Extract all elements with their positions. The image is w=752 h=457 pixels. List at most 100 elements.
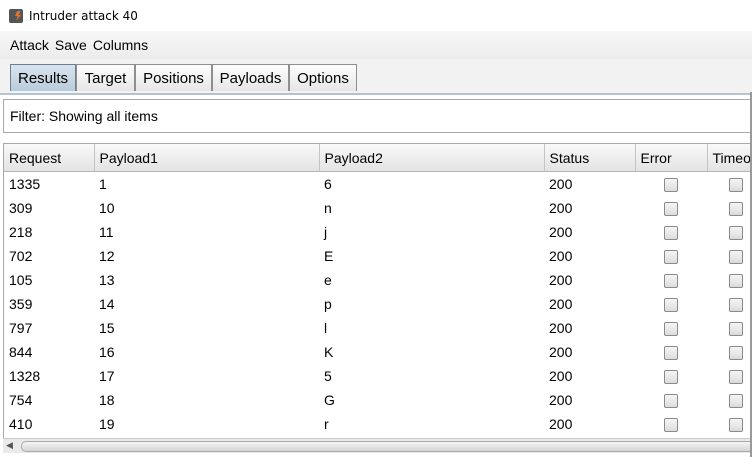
error-checkbox [664,370,678,385]
cell-status: 200 [549,200,573,216]
cell-payload1: 13 [99,272,115,288]
cell-status: 200 [549,344,573,360]
table-row[interactable]: 359 14 p 200 [4,292,752,316]
burp-app-icon [9,8,23,23]
cell-request: 218 [9,224,33,240]
table-row[interactable]: 702 12 E 200 [4,244,752,268]
cell-request: 1328 [9,368,41,384]
cell-status: 200 [549,248,573,264]
error-checkbox [664,298,678,313]
menu-save[interactable]: Save [55,37,87,53]
cell-payload1: 12 [99,248,115,264]
cell-payload2: 5 [324,368,332,384]
table-row[interactable]: 218 11 j 200 [4,220,752,244]
cell-request: 309 [9,200,33,216]
error-checkbox [664,322,678,337]
tab-positions[interactable]: Positions [135,64,212,91]
cell-payload2: p [324,296,332,312]
horizontal-scrollbar[interactable]: ◀ [3,438,752,453]
timeout-checkbox [728,418,743,433]
tab-strip: Results Target Positions Payloads Option… [0,59,752,95]
filter-bar[interactable]: Filter: Showing all items [3,99,752,133]
cell-payload1: 19 [99,416,115,432]
table-row[interactable]: 309 10 n 200 [4,196,752,220]
timeout-checkbox [728,394,743,409]
table-row[interactable]: 105 13 e 200 [4,268,752,292]
tab-target[interactable]: Target [76,64,135,91]
cell-payload1: 17 [99,368,115,384]
table-row[interactable]: 797 15 l 200 [4,316,752,340]
column-header-timeout[interactable]: Timeo [707,144,752,172]
error-checkbox [664,178,678,193]
column-header-payload2[interactable]: Payload2 [319,144,545,172]
cell-payload2: r [324,416,329,432]
menu-attack[interactable]: Attack [10,37,49,53]
cell-payload2: K [324,344,334,360]
cell-request: 410 [9,416,33,432]
results-table: Request Payload1 Payload2 Status Error T… [3,143,752,438]
cell-payload1: 15 [99,320,115,336]
table-header-row: Request Payload1 Payload2 Status Error T… [4,144,752,172]
timeout-checkbox [728,346,743,361]
cell-request: 359 [9,296,33,312]
timeout-checkbox [728,370,743,385]
table-row[interactable]: 410 19 r 200 [4,412,752,436]
column-header-status[interactable]: Status [544,144,636,172]
cell-status: 200 [549,392,573,408]
cell-payload2: G [324,392,335,408]
cell-status: 200 [549,224,573,240]
column-header-payload1[interactable]: Payload1 [94,144,320,172]
tab-payloads[interactable]: Payloads [212,64,289,91]
error-checkbox [664,346,678,361]
error-checkbox [664,202,678,217]
cell-payload1: 16 [99,344,115,360]
cell-payload2: E [324,248,334,264]
menu-bar: Attack Save Columns [0,31,752,59]
cell-request: 797 [9,320,33,336]
cell-payload1: 18 [99,392,115,408]
cell-status: 200 [549,416,573,432]
cell-payload1: 14 [99,296,115,312]
cell-payload1: 11 [99,224,114,240]
cell-payload2: n [324,200,332,216]
timeout-checkbox [728,298,743,313]
scrollbar-thumb[interactable] [21,441,752,452]
timeout-checkbox [728,226,743,241]
cell-request: 1335 [9,176,41,192]
menu-columns[interactable]: Columns [93,37,148,53]
filter-text: Filter: Showing all items [10,108,158,124]
cell-payload1: 1 [99,176,107,192]
timeout-checkbox [728,250,743,265]
window-title: Intruder attack 40 [29,8,138,23]
cell-status: 200 [549,368,573,384]
cell-request: 702 [9,248,33,264]
table-row[interactable]: 754 18 G 200 [4,388,752,412]
table-row[interactable]: 844 16 K 200 [4,340,752,364]
error-checkbox [664,226,678,241]
cell-payload2: 6 [324,176,332,192]
table-row[interactable]: 1335 1 6 200 [4,172,752,197]
scroll-left-icon[interactable]: ◀ [6,441,13,451]
cell-status: 200 [549,176,573,192]
error-checkbox [664,274,678,289]
title-bar: Intruder attack 40 [0,0,752,31]
cell-request: 844 [9,344,33,360]
cell-request: 105 [9,272,33,288]
cell-payload2: j [324,224,328,240]
error-checkbox [664,250,678,265]
cell-status: 200 [549,272,573,288]
cell-payload1: 10 [99,200,115,216]
column-header-request[interactable]: Request [4,144,95,172]
cell-payload2: e [324,272,332,288]
timeout-checkbox [728,274,743,289]
error-checkbox [664,418,678,433]
tab-results[interactable]: Results [10,64,76,91]
cell-request: 754 [9,392,33,408]
cell-status: 200 [549,296,573,312]
timeout-checkbox [728,178,743,193]
tab-options[interactable]: Options [289,64,357,91]
timeout-checkbox [728,322,743,337]
table-row[interactable]: 1328 17 5 200 [4,364,752,388]
column-header-error[interactable]: Error [635,144,708,172]
cell-status: 200 [549,320,573,336]
